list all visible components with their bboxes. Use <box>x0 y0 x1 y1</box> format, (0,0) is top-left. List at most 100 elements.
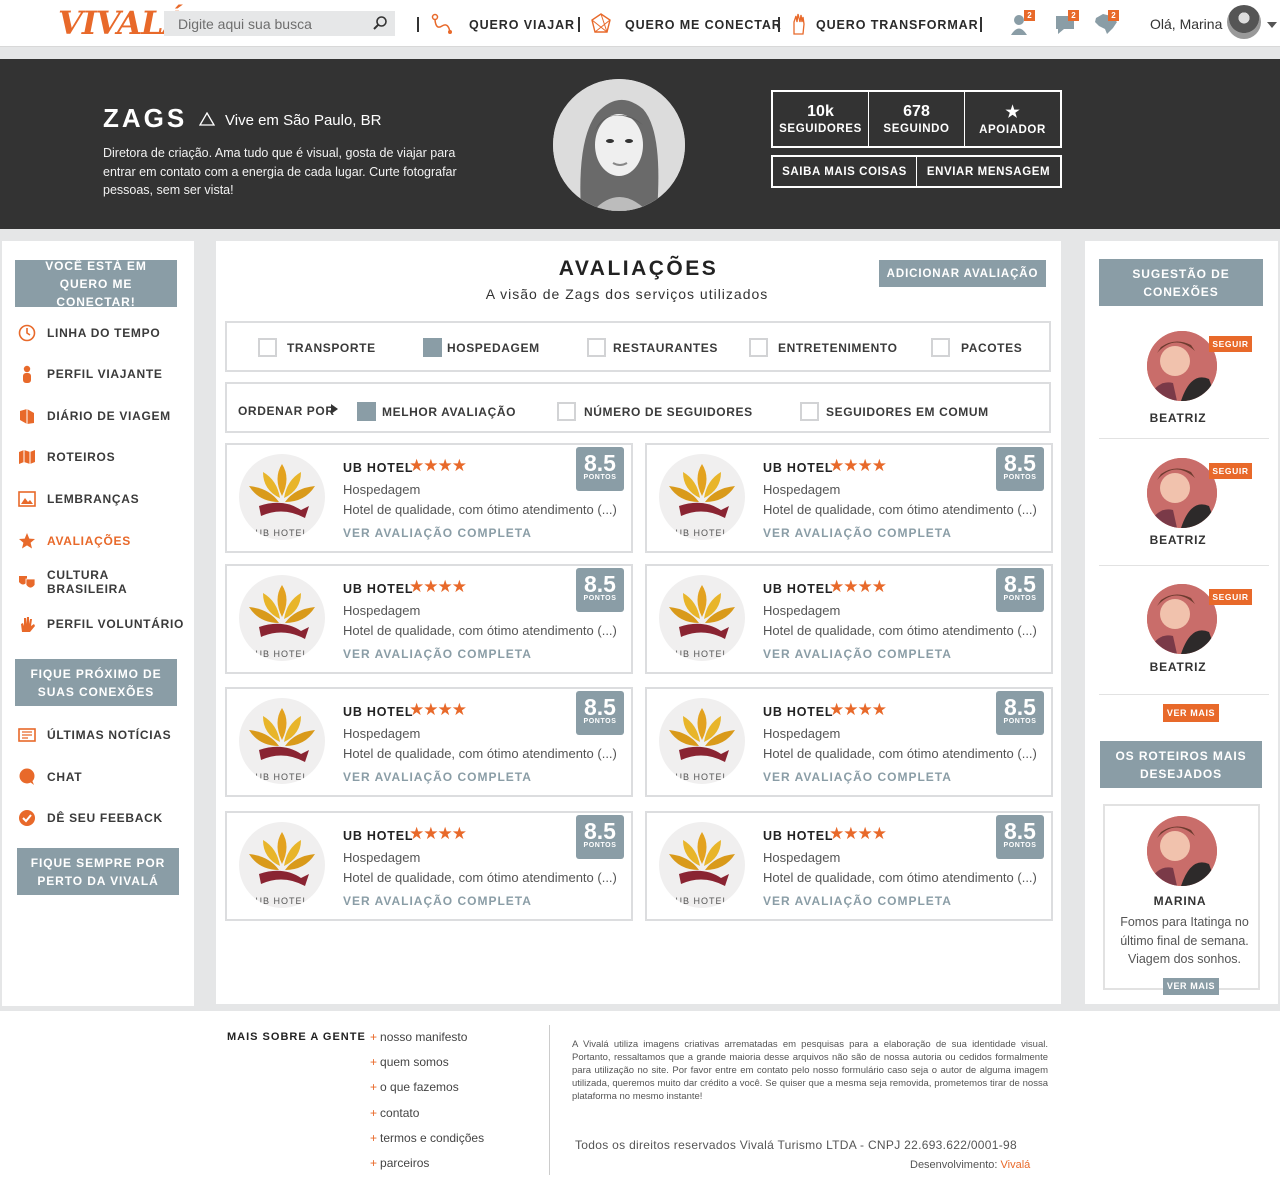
footer-link-label: o que fazemos <box>380 1080 459 1095</box>
view-full-review-link[interactable]: VER AVALIAÇÃO COMPLETA <box>763 526 952 540</box>
sidebar-item-traveler-profile[interactable]: PERFIL VIAJANTE <box>18 363 188 385</box>
stat-followers[interactable]: 10k SEGUIDORES <box>773 92 869 146</box>
sort-best-rating[interactable] <box>357 402 376 421</box>
checkbox-label: TRANSPORTE <box>287 341 376 355</box>
footer-link[interactable]: + parceiros <box>370 1156 429 1170</box>
follow-button[interactable]: SEGUIR <box>1209 589 1252 605</box>
footer-link[interactable]: + contato <box>370 1106 419 1120</box>
hotel-name[interactable]: UB HOTEL <box>343 829 413 843</box>
hotel-logo: UB HOTEL <box>239 575 325 661</box>
hotel-logo-text: UB HOTEL <box>255 772 308 782</box>
sidebar-item-brazilian-culture[interactable]: CULTURA BRASILEIRA <box>18 568 188 596</box>
sidebar-item-news[interactable]: ÚLTIMAS NOTÍCIAS <box>18 724 188 746</box>
see-more-suggestions-button[interactable]: VER MAIS <box>1163 704 1219 722</box>
hotel-name[interactable]: UB HOTEL <box>343 461 413 475</box>
learn-more-button[interactable]: SAIBA MAIS COISAS <box>773 157 917 186</box>
view-full-review-link[interactable]: VER AVALIAÇÃO COMPLETA <box>343 526 532 540</box>
search-icon[interactable] <box>372 15 388 31</box>
view-full-review-link[interactable]: VER AVALIAÇÃO COMPLETA <box>343 770 532 784</box>
suggestion-name[interactable]: BEATRIZ <box>1098 533 1258 547</box>
hotel-name[interactable]: UB HOTEL <box>763 829 833 843</box>
score-badge: 8.5 PONTOS <box>576 815 624 859</box>
view-full-review-link[interactable]: VER AVALIAÇÃO COMPLETA <box>343 894 532 908</box>
view-full-review-link[interactable]: VER AVALIAÇÃO COMPLETA <box>763 770 952 784</box>
suggestion-avatar[interactable] <box>1147 458 1217 528</box>
follow-button[interactable]: SEGUIR <box>1209 336 1252 352</box>
sidebar-item-chat[interactable]: CHAT <box>18 766 188 788</box>
hotel-logo: UB HOTEL <box>659 575 745 661</box>
plus-icon: + <box>370 1030 378 1044</box>
checkbox-label: SEGUIDORES EM COMUM <box>826 405 989 419</box>
see-more-routes-button[interactable]: VER MAIS <box>1163 978 1219 995</box>
footer-link[interactable]: + o que fazemos <box>370 1080 459 1094</box>
hotel-name[interactable]: UB HOTEL <box>343 582 413 596</box>
review-card[interactable]: UB HOTEL UB HOTEL ★★★★ Hospedagem Hotel de q… <box>645 564 1053 674</box>
add-review-button[interactable]: ADICIONAR AVALIAÇÃO <box>879 260 1046 287</box>
lotus-logo-icon: UB HOTEL <box>249 585 315 659</box>
nav-quero-transformar[interactable]: QUERO TRANSFORMAR <box>816 18 979 32</box>
checkbox-lodging[interactable] <box>423 338 442 357</box>
book-icon <box>20 409 34 424</box>
search-input[interactable] <box>164 11 395 36</box>
view-full-review-link[interactable]: VER AVALIAÇÃO COMPLETA <box>763 894 952 908</box>
hotel-name[interactable]: UB HOTEL <box>763 705 833 719</box>
sidebar-item-feedback[interactable]: DÊ SEU FEEBACK <box>18 807 188 829</box>
stat-following[interactable]: 678 SEGUINDO <box>869 92 965 146</box>
sidebar-item-label: PERFIL VIAJANTE <box>47 367 163 381</box>
lotus-logo-icon: UB HOTEL <box>249 464 315 538</box>
footer-link[interactable]: + termos e condições <box>370 1131 484 1145</box>
sidebar-item-label: LINHA DO TEMPO <box>47 326 161 340</box>
sort-common-followers[interactable] <box>800 402 819 421</box>
stat-supporter: ★ APOIADOR <box>965 92 1060 146</box>
review-card[interactable]: UB HOTEL UB HOTEL ★★★★ Hospedagem Hotel de q… <box>225 811 633 921</box>
review-card[interactable]: UB HOTEL UB HOTEL ★★★★ Hospedagem Hotel de q… <box>645 443 1053 553</box>
plus-icon: + <box>370 1055 378 1070</box>
sidebar-item-reviews[interactable]: AVALIAÇÕES <box>18 530 188 552</box>
checkbox-entertainment[interactable] <box>749 338 768 357</box>
review-card[interactable]: UB HOTEL UB HOTEL ★★★★ Hospedagem Hotel de q… <box>225 687 633 797</box>
footer-title: MAIS SOBRE A GENTE <box>227 1031 366 1043</box>
suggestion-avatar[interactable] <box>1147 331 1217 401</box>
hotel-logo-text: UB HOTEL <box>675 772 728 782</box>
hotel-name[interactable]: UB HOTEL <box>343 705 413 719</box>
suggestion-name[interactable]: BEATRIZ <box>1098 660 1258 674</box>
user-avatar[interactable] <box>1227 5 1261 39</box>
footer-developer: Desenvolvimento: Vivalá <box>910 1159 1030 1171</box>
developer-link[interactable]: Vivalá <box>1001 1159 1031 1171</box>
checkbox-packages[interactable] <box>931 338 950 357</box>
sort-followers[interactable] <box>557 402 576 421</box>
sidebar-item-volunteer-profile[interactable]: PERFIL VOLUNTÁRIO <box>18 613 188 635</box>
review-card[interactable]: UB HOTEL UB HOTEL ★★★★ Hospedagem Hotel de q… <box>645 811 1053 921</box>
nav-quero-viajar[interactable]: QUERO VIAJAR <box>469 18 575 32</box>
sidebar-item-travel-diary[interactable]: DIÁRIO DE VIAGEM <box>18 405 188 427</box>
sidebar-item-souvenirs[interactable]: LEMBRANÇAS <box>18 488 188 510</box>
picture-icon <box>18 491 36 507</box>
review-category: Hospedagem <box>343 482 421 497</box>
footer-link-label: termos e condições <box>380 1130 485 1145</box>
sidebar-item-routes[interactable]: ROTEIROS <box>18 446 188 468</box>
send-message-button[interactable]: ENVIAR MENSAGEM <box>917 157 1060 186</box>
review-card[interactable]: UB HOTEL UB HOTEL ★★★★ Hospedagem Hotel de q… <box>645 687 1053 797</box>
suggestion-avatar[interactable] <box>1147 584 1217 654</box>
view-full-review-link[interactable]: VER AVALIAÇÃO COMPLETA <box>763 647 952 661</box>
footer-link[interactable]: + nosso manifesto <box>370 1030 467 1044</box>
review-card[interactable]: UB HOTEL UB HOTEL ★★★★ Hospedagem Hotel de q… <box>225 443 633 553</box>
hotel-name[interactable]: UB HOTEL <box>763 582 833 596</box>
hotel-logo-text: UB HOTEL <box>255 649 308 659</box>
hotel-name[interactable]: UB HOTEL <box>763 461 833 475</box>
nav-separator <box>980 17 982 32</box>
stay-close-button[interactable]: FIQUE SEMPRE POR PERTO DA VIVALÁ <box>17 848 179 895</box>
sidebar-item-timeline[interactable]: LINHA DO TEMPO <box>18 322 188 344</box>
footer-link[interactable]: + quem somos <box>370 1055 449 1069</box>
suggestion-name[interactable]: BEATRIZ <box>1098 411 1258 425</box>
follow-button[interactable]: SEGUIR <box>1209 463 1252 479</box>
chevron-down-icon[interactable] <box>1267 22 1277 28</box>
checkbox-transport[interactable] <box>258 338 277 357</box>
nav-quero-me-conectar[interactable]: QUERO ME CONECTAR <box>625 18 782 32</box>
checkbox-restaurants[interactable] <box>587 338 606 357</box>
review-card[interactable]: UB HOTEL UB HOTEL ★★★★ Hospedagem Hotel de q… <box>225 564 633 674</box>
sort-label: ORDENAR POR <box>238 404 335 418</box>
view-full-review-link[interactable]: VER AVALIAÇÃO COMPLETA <box>343 647 532 661</box>
score-badge: 8.5 PONTOS <box>996 815 1044 859</box>
nav-separator <box>578 17 580 32</box>
